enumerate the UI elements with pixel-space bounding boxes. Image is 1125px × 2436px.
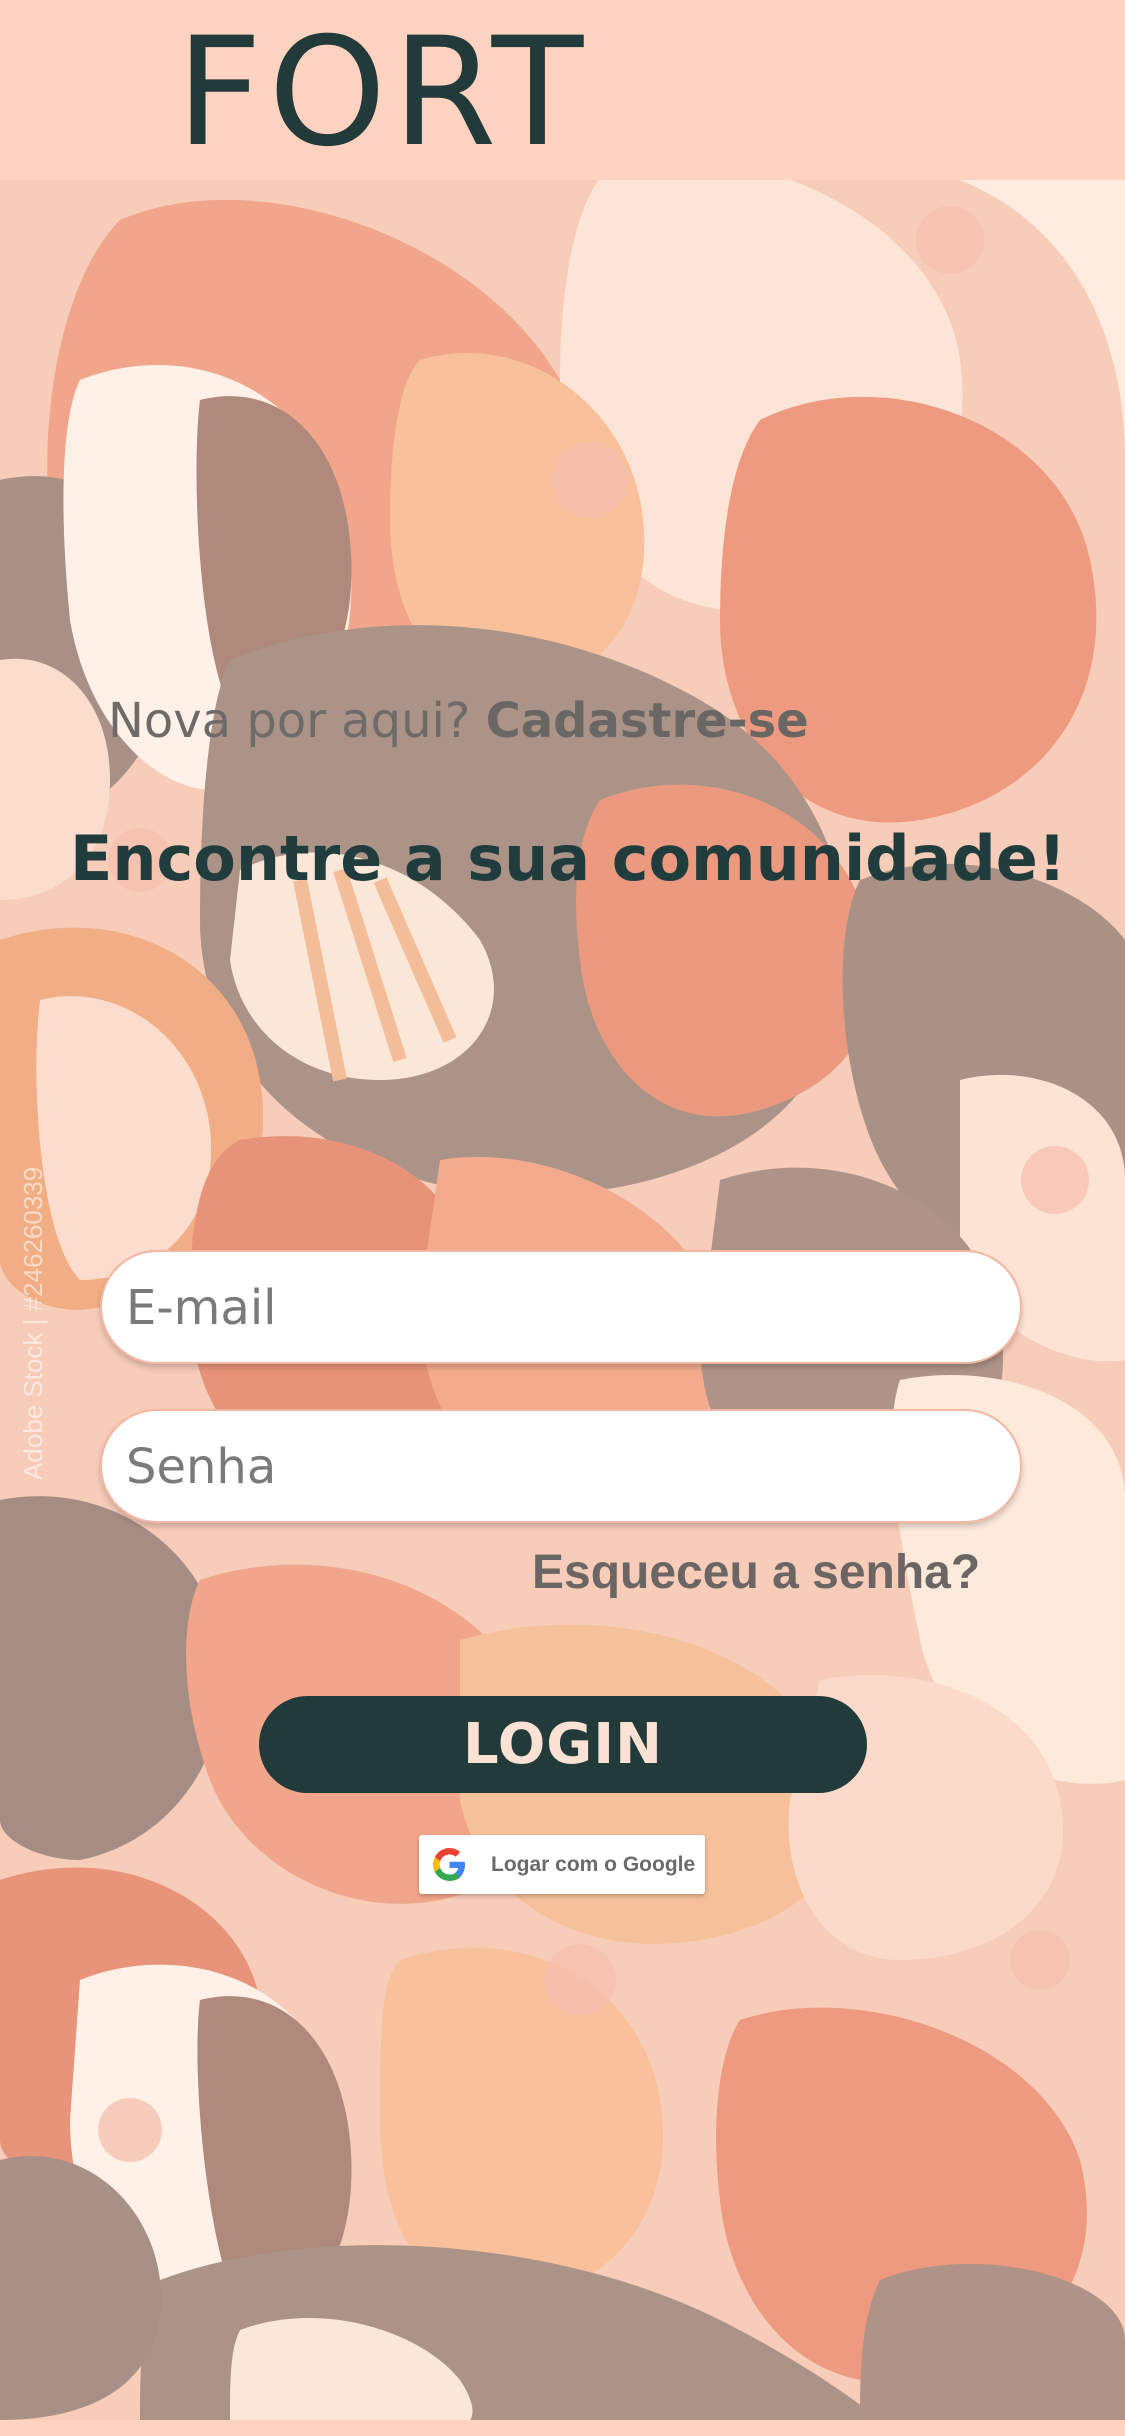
password-field-container: [100, 1409, 1022, 1523]
page-headline: Encontre a sua comunidade!: [70, 822, 1067, 895]
signup-prompt-text: Nova por aqui?: [108, 693, 471, 749]
email-field-container: [100, 1250, 1022, 1364]
email-input[interactable]: [124, 1252, 998, 1364]
bottom-strip: [0, 2420, 1125, 2436]
app-header: FORT: [0, 0, 1125, 180]
password-input[interactable]: [124, 1411, 998, 1523]
stock-watermark: Adobe Stock | #246260339: [18, 1166, 48, 1480]
signup-link[interactable]: Cadastre-se: [486, 693, 809, 749]
login-button[interactable]: LOGIN: [259, 1696, 867, 1793]
signup-prompt: Nova por aqui? Cadastre-se: [108, 693, 809, 749]
google-login-button[interactable]: Logar com o Google: [419, 1835, 705, 1894]
google-login-label: Logar com o Google: [491, 1853, 696, 1876]
google-icon: [433, 1848, 466, 1881]
app-logo: FORT: [176, 6, 590, 180]
forgot-password-link[interactable]: Esqueceu a senha?: [532, 1545, 980, 1600]
